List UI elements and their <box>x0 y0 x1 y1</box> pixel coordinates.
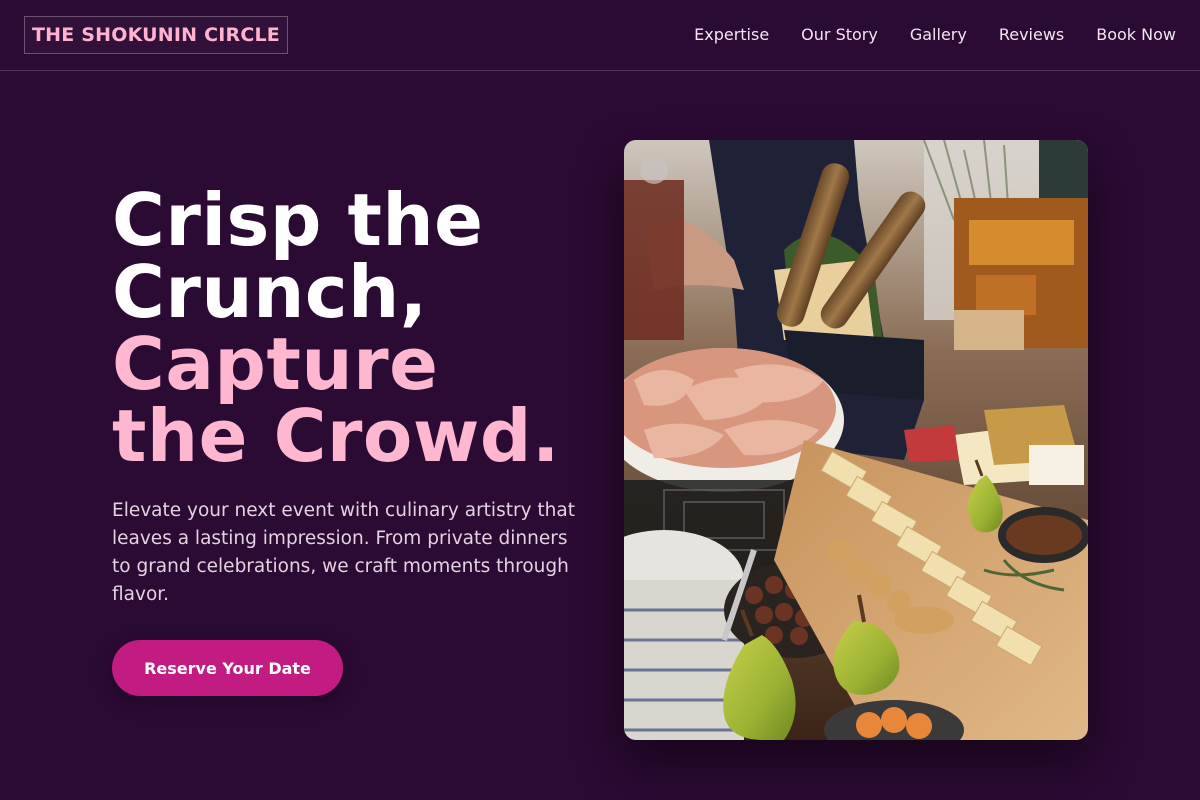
headline-line-2: Crunch, <box>112 250 428 334</box>
brand-logo[interactable]: THE SHOKUNIN CIRCLE <box>24 16 288 54</box>
hero-headline: Crisp the Crunch, Capture the Crowd. <box>112 184 632 472</box>
hero-description: Elevate your next event with culinary ar… <box>112 500 575 605</box>
nav-link-our-story[interactable]: Our Story <box>801 25 878 44</box>
headline-accent-line-1: Capture <box>112 322 439 406</box>
headline-line-1: Crisp the <box>112 178 484 262</box>
site-header: THE SHOKUNIN CIRCLE Expertise Our Story … <box>0 0 1200 71</box>
nav-link-reviews[interactable]: Reviews <box>999 25 1064 44</box>
reserve-date-button[interactable]: Reserve Your Date <box>112 640 343 696</box>
catering-spread-illustration <box>624 140 1088 740</box>
nav-link-gallery[interactable]: Gallery <box>910 25 967 44</box>
nav-link-expertise[interactable]: Expertise <box>694 25 769 44</box>
headline-accent-line-2: the Crowd. <box>112 394 560 478</box>
main-nav: Expertise Our Story Gallery Reviews Book… <box>694 22 1176 46</box>
nav-link-book-now[interactable]: Book Now <box>1096 25 1176 44</box>
landing-page: THE SHOKUNIN CIRCLE Expertise Our Story … <box>0 0 1200 800</box>
hero-food-photo <box>624 140 1088 740</box>
